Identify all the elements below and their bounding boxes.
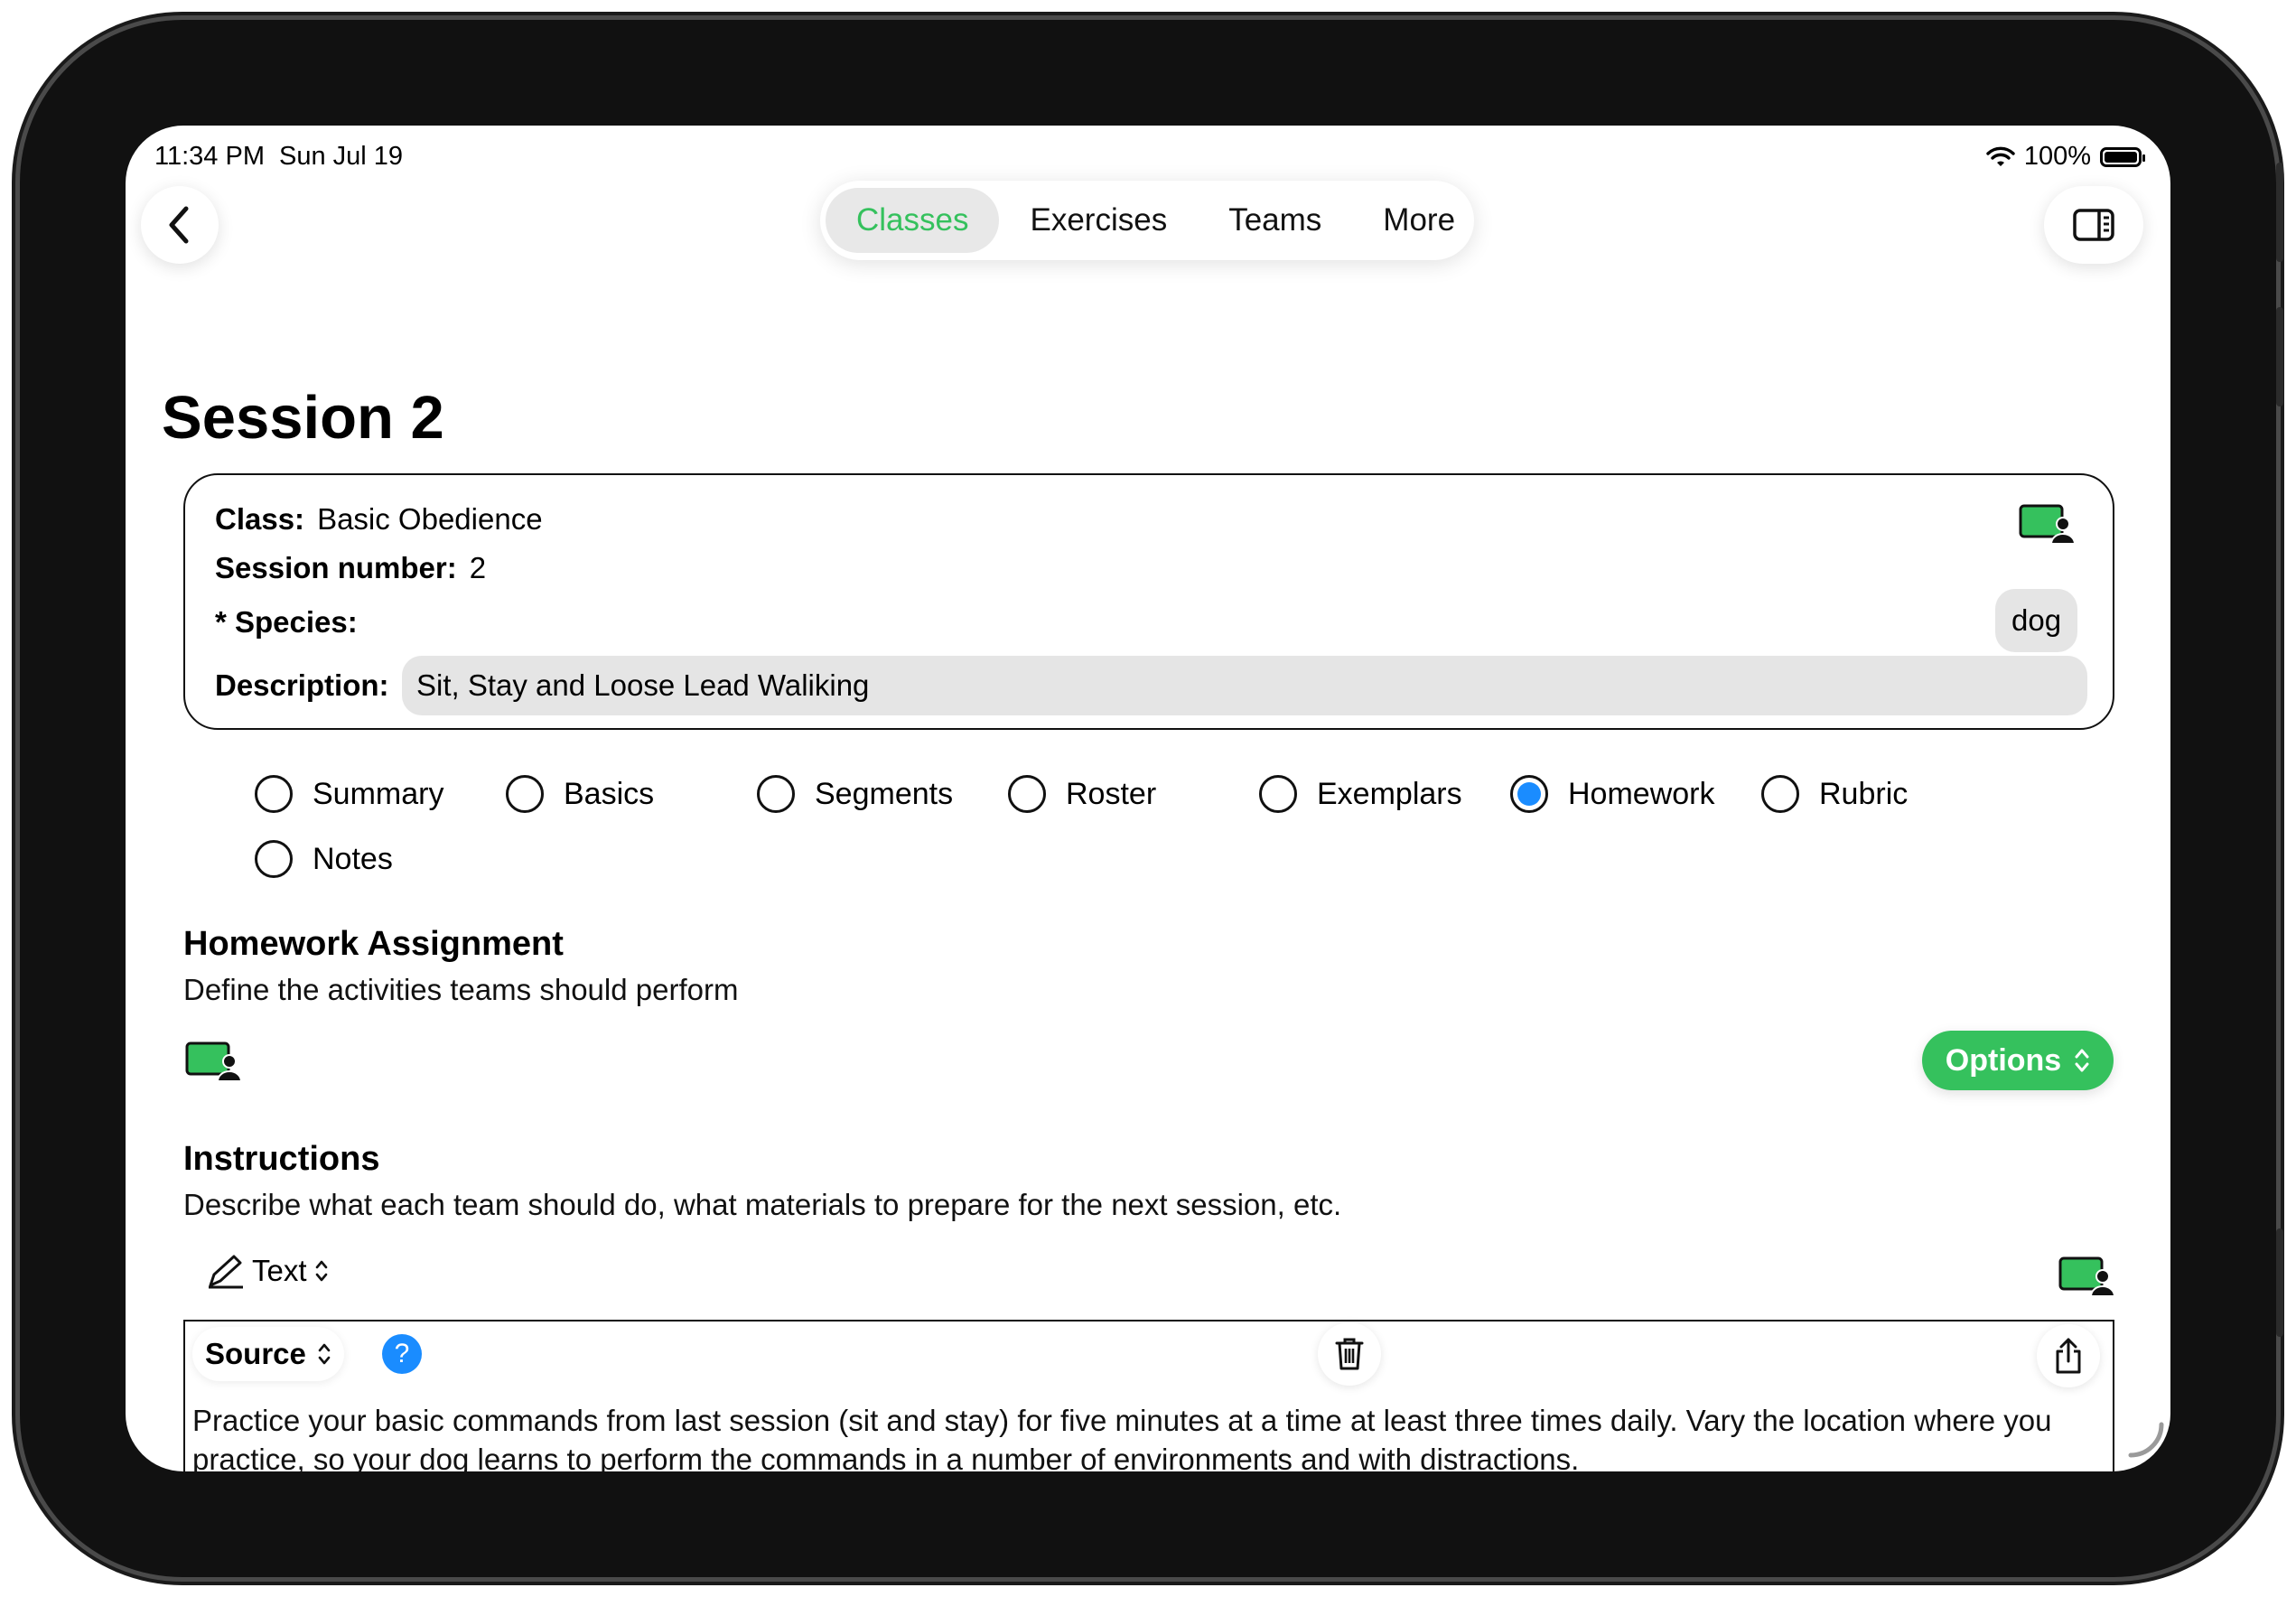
instructions-subtitle: Describe what each team should do, what … xyxy=(183,1188,1342,1221)
pencil-icon xyxy=(209,1255,243,1289)
tab-exercises[interactable]: Exercises xyxy=(999,188,1198,253)
power-button xyxy=(2276,1228,2283,1337)
delete-button[interactable] xyxy=(1318,1322,1381,1386)
status-date: Sun Jul 19 xyxy=(279,142,404,171)
session-number-value: 2 xyxy=(469,551,487,584)
session-info-card: Class: Basic Obedience Session number: 2 *… xyxy=(183,473,2114,730)
session-number-row: Session number: 2 xyxy=(215,551,486,585)
text-mode-menu[interactable]: Text xyxy=(207,1253,329,1289)
radio-segments[interactable]: Segments xyxy=(757,775,953,813)
presenter-icon[interactable] xyxy=(185,1041,241,1081)
radio-label: Rubric xyxy=(1819,776,1909,811)
description-field[interactable]: Sit, Stay and Loose Lead Waliking xyxy=(402,656,2087,715)
chevron-up-down-icon xyxy=(2075,1049,2089,1072)
radio-summary[interactable]: Summary xyxy=(255,775,443,813)
instructions-body[interactable]: Practice your basic commands from last s… xyxy=(192,1401,2095,1471)
species-field[interactable]: dog xyxy=(1995,589,2078,652)
share-button[interactable] xyxy=(2037,1324,2100,1387)
instructions-editor[interactable]: Source ? Practice your basic commands fr… xyxy=(183,1320,2114,1471)
page-title: Session 2 xyxy=(162,384,444,452)
instructions-heading: Instructions xyxy=(183,1140,380,1178)
radio-label: Homework xyxy=(1568,776,1715,811)
battery-percent: 100% xyxy=(2023,142,2091,171)
class-row: Class: Basic Obedience xyxy=(215,502,543,537)
homework-heading: Homework Assignment xyxy=(183,925,564,963)
radio-label: Exemplars xyxy=(1317,776,1462,811)
radio-label: Roster xyxy=(1066,776,1157,811)
class-label: Class: xyxy=(215,502,305,536)
radio-label: Segments xyxy=(815,776,954,811)
side-button xyxy=(2276,163,2283,262)
volume-button xyxy=(2276,307,2283,406)
source-menu-button[interactable]: Source xyxy=(192,1327,344,1381)
tab-teams[interactable]: Teams xyxy=(1198,188,1352,253)
radio-label: Summary xyxy=(313,776,444,811)
trash-icon xyxy=(1335,1338,1364,1370)
wifi-icon xyxy=(1986,146,2015,166)
help-button[interactable]: ? xyxy=(382,1334,422,1374)
radio-notes[interactable]: Notes xyxy=(255,840,393,878)
battery-icon xyxy=(2100,146,2145,167)
source-label: Source xyxy=(205,1337,306,1370)
description-label: Description: xyxy=(215,668,389,702)
species-label: * Species: xyxy=(215,605,358,639)
text-mode-label: Text xyxy=(252,1254,307,1287)
radio-label: Notes xyxy=(313,841,393,876)
options-button[interactable]: Options xyxy=(1922,1031,2114,1090)
class-value: Basic Obedience xyxy=(317,502,543,536)
share-icon xyxy=(2056,1338,2081,1374)
radio-basics[interactable]: Basics xyxy=(506,775,654,813)
status-bar: 11:34 PM Sun Jul 19 100% xyxy=(154,142,2145,178)
sidebar-icon xyxy=(2073,209,2114,241)
chevron-up-down-icon xyxy=(315,1260,327,1282)
radio-rubric[interactable]: Rubric xyxy=(1761,775,1908,813)
species-row: * Species: xyxy=(215,605,370,640)
resize-handle-icon[interactable] xyxy=(2125,1419,2165,1459)
session-number-label: Session number: xyxy=(215,551,457,584)
radio-label: Basics xyxy=(564,776,655,811)
description-row: Description: xyxy=(215,668,402,703)
homework-subtitle: Define the activities teams should perfo… xyxy=(183,973,739,1006)
tab-more[interactable]: More xyxy=(1352,188,1486,253)
radio-exemplars[interactable]: Exemplars xyxy=(1259,775,1462,813)
presenter-icon[interactable] xyxy=(2058,1256,2114,1296)
status-time: 11:34 PM xyxy=(154,142,265,171)
presenter-icon[interactable] xyxy=(2019,504,2075,544)
sidebar-toggle-button[interactable] xyxy=(2044,186,2143,264)
back-button[interactable] xyxy=(141,186,219,264)
tab-classes[interactable]: Classes xyxy=(826,188,1000,253)
radio-roster[interactable]: Roster xyxy=(1008,775,1156,813)
screen: 11:34 PM Sun Jul 19 100% Classes Exercis… xyxy=(126,126,2170,1471)
radio-homework[interactable]: Homework xyxy=(1510,775,1714,813)
tab-bar: Classes Exercises Teams More xyxy=(820,181,1474,260)
options-label: Options xyxy=(1945,1042,2062,1078)
chevron-left-icon xyxy=(169,206,189,244)
chevron-up-down-icon xyxy=(318,1343,331,1365)
editor-toolbar: Source ? xyxy=(185,1321,2113,1387)
